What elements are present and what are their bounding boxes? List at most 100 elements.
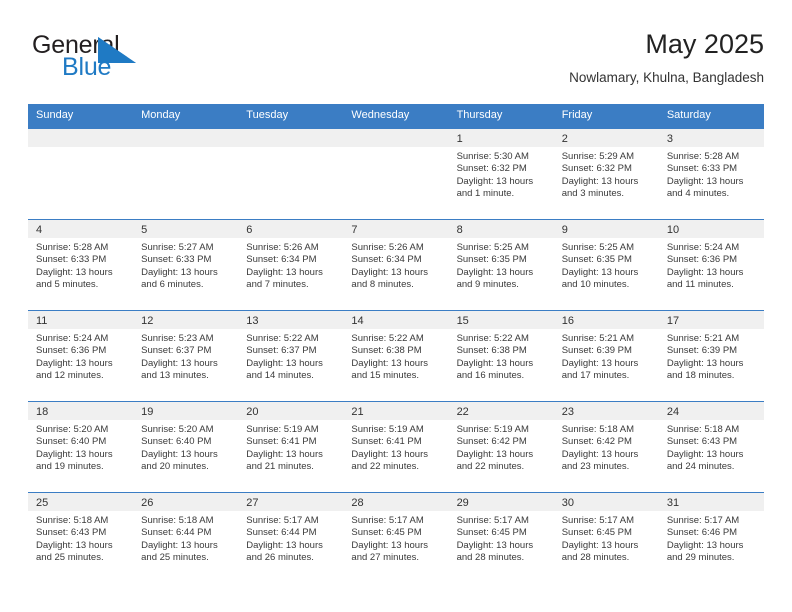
calendar-day-cell[interactable]: 2 Sunrise: 5:29 AM Sunset: 6:32 PM Daylight… — [553, 128, 659, 220]
calendar-day-cell[interactable]: 5 Sunrise: 5:27 AM Sunset: 6:33 PM Daylight… — [133, 219, 239, 311]
sunset-text: Sunset: 6:33 PM — [141, 254, 212, 266]
weekday-header-monday: Monday — [133, 104, 239, 129]
daylight-text: Daylight: 13 hours and 28 minutes. — [456, 539, 534, 564]
calendar-day-cell[interactable]: 16 Sunrise: 5:21 AM Sunset: 6:39 PM Dayligh… — [553, 310, 659, 402]
day-sun-info: Sunrise: 5:26 AM Sunset: 6:34 PM Daylight:… — [238, 238, 343, 292]
day-number: 16 — [553, 311, 659, 329]
sunrise-text: Sunrise: 5:17 AM — [561, 515, 635, 526]
daylight-text: Daylight: 13 hours and 20 minutes. — [141, 448, 218, 473]
daylight-text: Daylight: 13 hours and 17 minutes. — [561, 357, 639, 382]
calendar-day-cell[interactable]: 12 Sunrise: 5:23 AM Sunset: 6:37 PM Dayligh… — [133, 310, 239, 402]
sunset-text: Sunset: 6:39 PM — [666, 345, 738, 357]
sunset-text: Sunset: 6:43 PM — [666, 436, 738, 448]
day-sun-info: Sunrise: 5:21 AM Sunset: 6:39 PM Daylight:… — [659, 329, 764, 383]
calendar-day-cell[interactable]: 15 Sunrise: 5:22 AM Sunset: 6:38 PM Dayligh… — [448, 310, 554, 402]
daylight-text: Daylight: 13 hours and 14 minutes. — [246, 357, 323, 382]
calendar-day-cell[interactable]: 17 Sunrise: 5:21 AM Sunset: 6:39 PM Dayligh… — [658, 310, 764, 402]
calendar-day-cell[interactable]: 23 Sunrise: 5:18 AM Sunset: 6:42 PM Dayligh… — [553, 401, 659, 493]
sunset-text: Sunset: 6:37 PM — [141, 345, 212, 357]
sunset-text: Sunset: 6:38 PM — [456, 345, 527, 357]
day-sun-info: Sunrise: 5:22 AM Sunset: 6:37 PM Daylight:… — [238, 329, 343, 383]
calendar-day-cell[interactable]: 4 Sunrise: 5:28 AM Sunset: 6:33 PM Daylight… — [28, 219, 134, 311]
daylight-text: Daylight: 13 hours and 26 minutes. — [246, 539, 323, 564]
calendar-day-cell[interactable]: 1 Sunrise: 5:30 AM Sunset: 6:32 PM Daylight… — [448, 128, 554, 220]
sunrise-text: Sunrise: 5:21 AM — [666, 333, 740, 344]
day-sun-info: Sunrise: 5:27 AM Sunset: 6:33 PM Daylight:… — [133, 238, 238, 292]
day-sun-info: Sunrise: 5:22 AM Sunset: 6:38 PM Daylight:… — [449, 329, 554, 383]
calendar-day-cell[interactable]: 11 Sunrise: 5:24 AM Sunset: 6:36 PM Dayligh… — [28, 310, 134, 402]
calendar-day-cell[interactable]: 28 Sunrise: 5:17 AM Sunset: 6:45 PM Dayligh… — [343, 492, 449, 583]
day-sun-info: Sunrise: 5:30 AM Sunset: 6:32 PM Daylight:… — [449, 147, 554, 201]
daylight-text: Daylight: 13 hours and 25 minutes. — [36, 539, 113, 564]
daylight-text: Daylight: 13 hours and 19 minutes. — [36, 448, 113, 473]
weekday-header-sunday: Sunday — [28, 104, 134, 129]
calendar-day-cell-empty — [343, 128, 449, 220]
calendar-day-cell[interactable]: 21 Sunrise: 5:19 AM Sunset: 6:41 PM Dayligh… — [343, 401, 449, 493]
day-number: 30 — [553, 493, 659, 511]
daylight-text: Daylight: 13 hours and 3 minutes. — [561, 175, 639, 200]
calendar-day-cell[interactable]: 27 Sunrise: 5:17 AM Sunset: 6:44 PM Dayligh… — [238, 492, 344, 583]
sunrise-text: Sunrise: 5:20 AM — [141, 424, 214, 435]
sunset-text: Sunset: 6:45 PM — [561, 527, 632, 539]
daylight-text: Daylight: 13 hours and 22 minutes. — [456, 448, 534, 473]
calendar-day-cell[interactable]: 30 Sunrise: 5:17 AM Sunset: 6:45 PM Dayligh… — [553, 492, 659, 583]
weekday-header-wednesday: Wednesday — [343, 104, 449, 129]
calendar-day-cell[interactable]: 6 Sunrise: 5:26 AM Sunset: 6:34 PM Daylight… — [238, 219, 344, 311]
page-subtitle: Nowlamary, Khulna, Bangladesh — [569, 70, 764, 85]
brand-logo[interactable]: General Blue — [32, 32, 242, 92]
day-number: 11 — [28, 311, 134, 329]
daylight-text: Daylight: 13 hours and 12 minutes. — [36, 357, 113, 382]
calendar-day-cell[interactable]: 29 Sunrise: 5:17 AM Sunset: 6:45 PM Dayligh… — [448, 492, 554, 583]
day-number — [343, 129, 449, 147]
daylight-text: Daylight: 13 hours and 4 minutes. — [666, 175, 744, 200]
day-number: 8 — [448, 220, 554, 238]
day-sun-info: Sunrise: 5:25 AM Sunset: 6:35 PM Daylight:… — [449, 238, 554, 292]
day-sun-info: Sunrise: 5:17 AM Sunset: 6:45 PM Daylight:… — [449, 511, 554, 565]
day-sun-info: Sunrise: 5:26 AM Sunset: 6:34 PM Daylight:… — [343, 238, 448, 292]
page-title: May 2025 — [645, 29, 764, 59]
daylight-text: Daylight: 13 hours and 11 minutes. — [666, 266, 744, 291]
sunset-text: Sunset: 6:32 PM — [456, 163, 527, 175]
calendar-day-cell[interactable]: 18 Sunrise: 5:20 AM Sunset: 6:40 PM Dayligh… — [28, 401, 134, 493]
sunrise-text: Sunrise: 5:22 AM — [351, 333, 424, 344]
calendar-day-cell[interactable]: 10 Sunrise: 5:24 AM Sunset: 6:36 PM Dayligh… — [658, 219, 764, 311]
day-number: 2 — [553, 129, 659, 147]
sunrise-text: Sunrise: 5:22 AM — [246, 333, 319, 344]
calendar-day-cell[interactable]: 31 Sunrise: 5:17 AM Sunset: 6:46 PM Dayligh… — [658, 492, 764, 583]
daylight-text: Daylight: 13 hours and 7 minutes. — [246, 266, 323, 291]
calendar-day-cell[interactable]: 9 Sunrise: 5:25 AM Sunset: 6:35 PM Daylight… — [553, 219, 659, 311]
sunrise-text: Sunrise: 5:26 AM — [246, 242, 319, 253]
sunset-text: Sunset: 6:44 PM — [141, 527, 212, 539]
calendar-day-cell[interactable]: 22 Sunrise: 5:19 AM Sunset: 6:42 PM Dayligh… — [448, 401, 554, 493]
day-number: 26 — [133, 493, 239, 511]
sunrise-text: Sunrise: 5:17 AM — [246, 515, 319, 526]
sunrise-text: Sunrise: 5:17 AM — [456, 515, 529, 526]
day-number: 21 — [343, 402, 449, 420]
calendar-day-cell[interactable]: 13 Sunrise: 5:22 AM Sunset: 6:37 PM Dayligh… — [238, 310, 344, 402]
day-number: 4 — [28, 220, 134, 238]
daylight-text: Daylight: 13 hours and 21 minutes. — [246, 448, 323, 473]
calendar-day-cell[interactable]: 8 Sunrise: 5:25 AM Sunset: 6:35 PM Daylight… — [448, 219, 554, 311]
calendar-day-cell[interactable]: 24 Sunrise: 5:18 AM Sunset: 6:43 PM Dayligh… — [658, 401, 764, 493]
sunrise-text: Sunrise: 5:24 AM — [36, 333, 109, 344]
calendar-day-cell[interactable]: 26 Sunrise: 5:18 AM Sunset: 6:44 PM Dayligh… — [133, 492, 239, 583]
sunrise-text: Sunrise: 5:28 AM — [36, 242, 109, 253]
calendar-day-cell[interactable]: 25 Sunrise: 5:18 AM Sunset: 6:43 PM Dayligh… — [28, 492, 134, 583]
day-sun-info: Sunrise: 5:17 AM Sunset: 6:44 PM Daylight:… — [238, 511, 343, 565]
daylight-text: Daylight: 13 hours and 16 minutes. — [456, 357, 534, 382]
sunset-text: Sunset: 6:42 PM — [561, 436, 632, 448]
day-sun-info: Sunrise: 5:20 AM Sunset: 6:40 PM Daylight:… — [28, 420, 133, 474]
weekday-header-thursday: Thursday — [448, 104, 554, 129]
calendar-day-cell[interactable]: 7 Sunrise: 5:26 AM Sunset: 6:34 PM Daylight… — [343, 219, 449, 311]
calendar-day-cell-empty — [28, 128, 134, 220]
calendar-day-cell[interactable]: 19 Sunrise: 5:20 AM Sunset: 6:40 PM Dayligh… — [133, 401, 239, 493]
daylight-text: Daylight: 13 hours and 5 minutes. — [36, 266, 113, 291]
calendar-body: 1 Sunrise: 5:30 AM Sunset: 6:32 PM Daylight… — [28, 128, 764, 583]
sunset-text: Sunset: 6:33 PM — [36, 254, 107, 266]
calendar-day-cell[interactable]: 14 Sunrise: 5:22 AM Sunset: 6:38 PM Dayligh… — [343, 310, 449, 402]
calendar-day-cell[interactable]: 3 Sunrise: 5:28 AM Sunset: 6:33 PM Daylight… — [658, 128, 764, 220]
daylight-text: Daylight: 13 hours and 23 minutes. — [561, 448, 639, 473]
calendar-day-cell[interactable]: 20 Sunrise: 5:19 AM Sunset: 6:41 PM Dayligh… — [238, 401, 344, 493]
day-number: 6 — [238, 220, 344, 238]
day-number — [133, 129, 239, 147]
